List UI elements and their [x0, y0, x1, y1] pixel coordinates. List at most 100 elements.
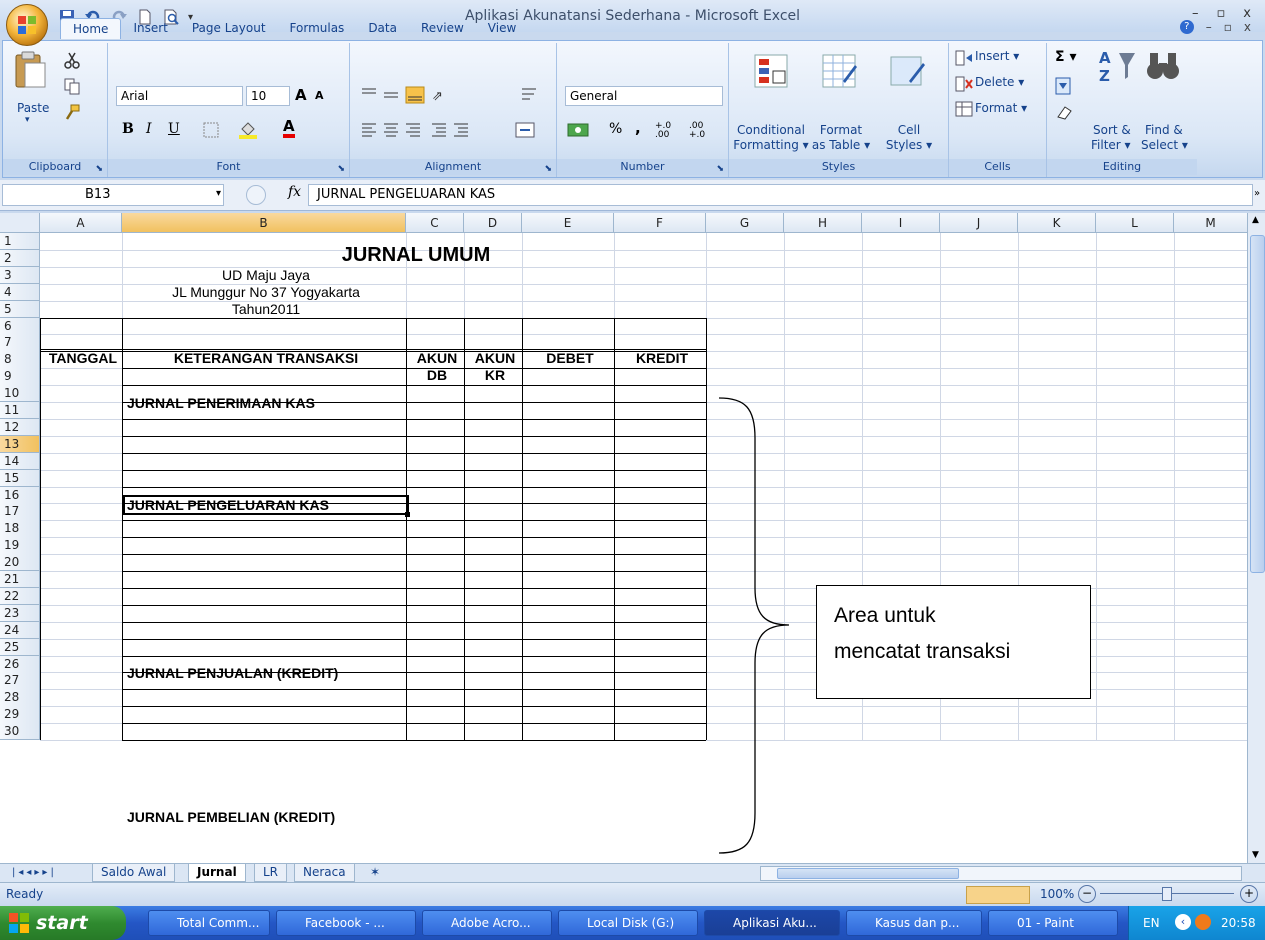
- comma-button[interactable]: ,: [635, 119, 641, 137]
- row-header-28[interactable]: 28: [0, 689, 40, 707]
- insert-sheet-icon[interactable]: ✶: [362, 864, 388, 881]
- tab-home[interactable]: Home: [60, 18, 122, 39]
- grow-font-button[interactable]: A: [295, 86, 307, 104]
- ribbon-close-icon[interactable]: x: [1244, 20, 1251, 34]
- column-header-j[interactable]: J: [940, 213, 1018, 233]
- cell-styles-label-1[interactable]: Cell: [877, 123, 941, 137]
- formula-input[interactable]: JURNAL PENGELUARAN KAS: [308, 184, 1253, 206]
- insert-cells-icon[interactable]: [955, 50, 973, 66]
- row-header-26[interactable]: 26: [0, 655, 40, 673]
- section-penerimaan-kas[interactable]: JURNAL PENERIMAAN KAS: [127, 395, 315, 411]
- bold-button[interactable]: B: [122, 121, 134, 137]
- row-header-6[interactable]: 6: [0, 317, 40, 335]
- format-as-table-icon[interactable]: [819, 51, 859, 91]
- taskbar-item-facebook[interactable]: Facebook - ...: [276, 910, 416, 936]
- clear-icon[interactable]: [1055, 103, 1077, 121]
- start-button[interactable]: start: [0, 906, 126, 940]
- shrink-font-button[interactable]: A: [315, 89, 324, 102]
- section-pembelian-kredit[interactable]: JURNAL PEMBELIAN (KREDIT): [127, 809, 335, 825]
- sheet-tab-jurnal[interactable]: Jurnal: [188, 864, 246, 882]
- taskbar-item-kasus[interactable]: Kasus dan p...: [846, 910, 982, 936]
- insert-cells-button[interactable]: Insert ▾: [975, 49, 1019, 63]
- find-select-label-1[interactable]: Find &: [1145, 123, 1183, 137]
- row-header-23[interactable]: 23: [0, 604, 40, 623]
- decrease-decimal-button[interactable]: .00 +.0: [689, 122, 717, 140]
- taskbar-item-local-disk[interactable]: Local Disk (G:): [558, 910, 698, 936]
- insert-function-button[interactable]: fx: [288, 184, 301, 200]
- number-format-box[interactable]: General: [565, 86, 723, 106]
- column-header-a[interactable]: A: [40, 213, 122, 233]
- sort-filter-icon[interactable]: AZ: [1097, 47, 1137, 87]
- row-header-16[interactable]: 16: [0, 486, 40, 504]
- find-select-icon[interactable]: [1145, 49, 1181, 85]
- sort-filter-label-2[interactable]: Filter ▾: [1091, 138, 1131, 152]
- format-as-table-label-1[interactable]: Format: [809, 123, 873, 137]
- italic-button[interactable]: I: [146, 121, 152, 137]
- expand-formula-bar-icon[interactable]: »: [1254, 188, 1260, 199]
- row-header-1[interactable]: 1: [0, 233, 40, 251]
- clipboard-launcher-icon[interactable]: ⬊: [95, 164, 103, 174]
- header-keterangan[interactable]: KETERANGAN TRANSAKSI: [124, 350, 408, 366]
- close-icon[interactable]: x: [1243, 6, 1251, 21]
- font-size-box[interactable]: 10: [246, 86, 290, 106]
- header-debet[interactable]: DEBET: [524, 350, 616, 366]
- header-akun-db-2[interactable]: DB: [408, 367, 466, 383]
- row-header-22[interactable]: 22: [0, 587, 40, 606]
- font-launcher-icon[interactable]: ⬊: [337, 164, 345, 174]
- autosum-button[interactable]: Σ ▾: [1055, 49, 1076, 65]
- column-header-i[interactable]: I: [862, 213, 940, 233]
- row-header-10[interactable]: 10: [0, 385, 40, 403]
- zoom-out-icon[interactable]: −: [1078, 885, 1096, 903]
- report-year[interactable]: Tahun2011: [124, 301, 408, 317]
- header-tanggal[interactable]: TANGGAL: [42, 350, 124, 366]
- tab-review[interactable]: Review: [409, 18, 476, 38]
- format-as-table-label-2[interactable]: as Table ▾: [809, 138, 873, 152]
- row-header-15[interactable]: 15: [0, 469, 40, 487]
- fill-handle[interactable]: [405, 512, 410, 517]
- sheet-nav-icons[interactable]: |◂◂▸▸|: [4, 864, 65, 881]
- zoom-slider-thumb[interactable]: [1162, 887, 1172, 901]
- increase-decimal-button[interactable]: +.0 .00: [655, 122, 683, 140]
- sheet-tab-saldo-awal[interactable]: Saldo Awal: [92, 864, 176, 882]
- scroll-up-icon[interactable]: ▲: [1252, 215, 1259, 225]
- vertical-scroll-thumb[interactable]: [1250, 235, 1265, 573]
- conditional-formatting-label-2[interactable]: Formatting ▾: [733, 138, 809, 152]
- company-address[interactable]: JL Munggur No 37 Yogyakarta: [124, 284, 408, 300]
- row-header-30[interactable]: 30: [0, 723, 40, 741]
- column-header-g[interactable]: G: [706, 213, 784, 233]
- column-header-b[interactable]: B: [122, 213, 406, 233]
- view-buttons[interactable]: [966, 886, 1030, 904]
- header-kredit[interactable]: KREDIT: [616, 350, 708, 366]
- format-cells-icon[interactable]: [955, 101, 973, 117]
- tab-view[interactable]: View: [476, 18, 528, 38]
- row-header-13[interactable]: 13: [0, 435, 40, 454]
- row-header-29[interactable]: 29: [0, 706, 40, 724]
- row-header-19[interactable]: 19: [0, 537, 40, 555]
- worksheet[interactable]: ABCDEFGHIJKLM 1 2 3 4 5 6 7 8 9 10 11 12 13 14 15 16 17 1…: [0, 213, 1247, 863]
- number-launcher-icon[interactable]: ⬊: [716, 164, 724, 174]
- delete-cells-button[interactable]: Delete ▾: [975, 75, 1024, 89]
- office-button[interactable]: [6, 4, 48, 46]
- borders-icon[interactable]: [203, 122, 221, 138]
- row-header-5[interactable]: 5: [0, 300, 40, 318]
- row-header-20[interactable]: 20: [0, 554, 40, 572]
- company-name[interactable]: UD Maju Jaya: [124, 267, 408, 283]
- column-header-c[interactable]: C: [406, 213, 464, 233]
- column-header-m[interactable]: M: [1174, 213, 1247, 233]
- row-header-18[interactable]: 18: [0, 520, 40, 538]
- row-header-11[interactable]: 11: [0, 402, 40, 420]
- section-penjualan-kredit[interactable]: JURNAL PENJUALAN (KREDIT): [127, 665, 338, 681]
- row-header-25[interactable]: 25: [0, 638, 40, 656]
- accounting-format-icon[interactable]: [567, 121, 599, 139]
- ribbon-restore-icon[interactable]: ▫: [1224, 20, 1232, 34]
- copy-icon[interactable]: [63, 77, 81, 95]
- row-header-9[interactable]: 9: [0, 368, 40, 386]
- conditional-formatting-icon[interactable]: [751, 51, 791, 91]
- paste-icon[interactable]: [13, 49, 47, 91]
- format-painter-icon[interactable]: [63, 103, 81, 121]
- name-box[interactable]: B13: [2, 184, 224, 206]
- active-cell-outline[interactable]: [123, 495, 409, 515]
- column-header-k[interactable]: K: [1018, 213, 1096, 233]
- name-box-dropdown-icon[interactable]: ▾: [216, 188, 221, 199]
- cell-styles-icon[interactable]: [887, 51, 927, 91]
